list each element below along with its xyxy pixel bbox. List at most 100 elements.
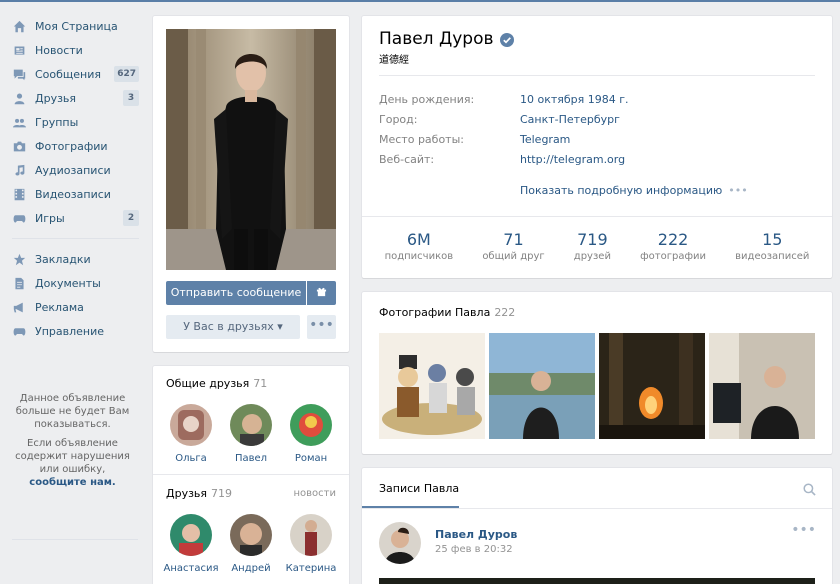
- star-icon: [12, 252, 26, 266]
- counter-common-friends[interactable]: 71 общий друг: [482, 230, 544, 262]
- games-count-badge: 2: [123, 210, 139, 226]
- photo-thumbnail[interactable]: [379, 333, 485, 439]
- friend-name: Андрей: [231, 563, 271, 574]
- counter-friends[interactable]: 719 друзей: [574, 230, 611, 262]
- friend-name: Роман: [294, 453, 328, 464]
- website-link[interactable]: http://telegram.org: [520, 153, 625, 166]
- gamepad-icon: [12, 324, 26, 338]
- profile-name-row: Павел Дуров: [379, 29, 514, 49]
- show-more-info-link[interactable]: Показать подробную информацию •••: [520, 184, 748, 197]
- counter-followers[interactable]: 6M подписчиков: [385, 230, 454, 262]
- report-link[interactable]: сообщите нам.: [29, 477, 115, 488]
- nav-item-groups[interactable]: Группы: [0, 110, 145, 134]
- camera-icon: [12, 139, 26, 153]
- info-row-birthday: День рождения: 10 октября 1984 г.: [379, 93, 629, 106]
- profile-info-card: Павел Дуров 道德經 День рождения: 10 октябр…: [362, 16, 832, 278]
- info-divider: [379, 75, 815, 76]
- friend-item[interactable]: Роман: [281, 404, 341, 464]
- messages-count-badge: 627: [114, 66, 139, 82]
- megaphone-icon: [12, 300, 26, 314]
- nav-item-label: Сообщения: [35, 67, 102, 81]
- nav-item-label: Друзья: [35, 91, 77, 105]
- friends-news-link[interactable]: новости: [294, 488, 337, 499]
- city-link[interactable]: Санкт-Петербург: [520, 113, 620, 126]
- verified-badge-icon: [499, 32, 514, 47]
- nav-item-label: Видеозаписи: [35, 187, 111, 201]
- nav-item-manage[interactable]: Управление: [0, 319, 145, 343]
- friends-icon: [12, 91, 26, 105]
- nav-item-ads[interactable]: Реклама: [0, 295, 145, 319]
- nav-separator: [12, 238, 139, 239]
- profile-photo-card: Отправить сообщение У Вас в друзьях ▾ ••…: [153, 16, 349, 352]
- friend-status-dropdown[interactable]: У Вас в друзьях ▾: [166, 315, 300, 339]
- friend-item[interactable]: Андрей: [221, 514, 281, 574]
- gamepad-icon: [12, 211, 26, 225]
- ad-note-report: Если объявление содержит нарушения или о…: [15, 438, 130, 488]
- post-more-button[interactable]: •••: [791, 522, 816, 538]
- left-nav: Моя Страница Новости Сообщения 627 Друзь…: [0, 14, 145, 343]
- friends-count-badge: 3: [123, 90, 139, 106]
- common-friends-list: Ольга Павел Роман: [161, 404, 347, 464]
- post-author-avatar[interactable]: [379, 522, 421, 564]
- friend-name: Анастасия: [163, 563, 219, 574]
- wall-tab-posts[interactable]: Записи Павла: [379, 482, 459, 495]
- profile-counters: 6M подписчиков 71 общий друг 719 друзей …: [362, 230, 832, 262]
- more-info-dots: •••: [728, 184, 748, 197]
- more-actions-button[interactable]: •••: [307, 315, 336, 339]
- send-message-button[interactable]: Отправить сообщение: [166, 281, 306, 305]
- friend-name: Ольга: [175, 453, 207, 464]
- counters-divider: [362, 216, 832, 217]
- nav-item-video[interactable]: Видеозаписи: [0, 182, 145, 206]
- info-row-city: Город: Санкт-Петербург: [379, 113, 620, 126]
- counter-photos[interactable]: 222 фотографии: [640, 230, 706, 262]
- post-date[interactable]: 25 фев в 20:32: [435, 544, 513, 555]
- search-icon[interactable]: [803, 483, 816, 496]
- work-link[interactable]: Telegram: [520, 133, 570, 146]
- friends-card: Общие друзья 71 Ольга Павел Роман Друзья 7…: [153, 366, 349, 584]
- nav-item-label: Новости: [35, 43, 83, 57]
- post-media[interactable]: [379, 578, 815, 584]
- friends-divider: [153, 474, 349, 475]
- nav-item-documents[interactable]: Документы: [0, 271, 145, 295]
- wall-divider: [362, 508, 832, 509]
- nav-item-audio[interactable]: Аудиозаписи: [0, 158, 145, 182]
- friends-header[interactable]: Друзья 719: [166, 487, 232, 500]
- nav-item-label: Игры: [35, 211, 65, 225]
- nav-item-label: Фотографии: [35, 139, 108, 153]
- nav-item-news[interactable]: Новости: [0, 38, 145, 62]
- post-author-name[interactable]: Павел Дуров: [435, 528, 517, 541]
- friend-avatar: [290, 514, 332, 556]
- gift-button[interactable]: [307, 281, 336, 305]
- birthday-link[interactable]: 10 октября 1984 г.: [520, 93, 629, 106]
- photo-thumbnail[interactable]: [709, 333, 815, 439]
- info-row-website: Веб-сайт: http://telegram.org: [379, 153, 626, 166]
- friends-list: Анастасия Андрей Катерина: [161, 514, 347, 574]
- nav-item-label: Реклама: [35, 300, 84, 314]
- friend-name: Катерина: [285, 563, 337, 574]
- nav-item-friends[interactable]: Друзья 3: [0, 86, 145, 110]
- counter-videos[interactable]: 15 видеозаписей: [735, 230, 809, 262]
- friend-avatar: [170, 514, 212, 556]
- photos-header[interactable]: Фотографии Павла 222: [379, 306, 515, 319]
- nav-item-label: Управление: [35, 324, 105, 338]
- nav-item-messages[interactable]: Сообщения 627: [0, 62, 145, 86]
- nav-item-label: Моя Страница: [35, 19, 118, 33]
- friend-item[interactable]: Ольга: [161, 404, 221, 464]
- photo-thumbnail[interactable]: [489, 333, 595, 439]
- friend-item[interactable]: Павел: [221, 404, 281, 464]
- profile-status: 道德經: [379, 55, 409, 66]
- common-friends-header[interactable]: Общие друзья 71: [166, 377, 267, 390]
- friend-item[interactable]: Анастасия: [161, 514, 221, 574]
- nav-item-label: Закладки: [35, 252, 91, 266]
- messages-icon: [12, 67, 26, 81]
- photo-thumbnail[interactable]: [599, 333, 705, 439]
- friend-avatar: [170, 404, 212, 446]
- nav-item-games[interactable]: Игры 2: [0, 206, 145, 230]
- nav-item-bookmarks[interactable]: Закладки: [0, 247, 145, 271]
- profile-avatar[interactable]: [166, 29, 336, 270]
- friend-item[interactable]: Катерина: [281, 514, 341, 574]
- document-icon: [12, 276, 26, 290]
- nav-item-my-page[interactable]: Моя Страница: [0, 14, 145, 38]
- nav-item-photos[interactable]: Фотографии: [0, 134, 145, 158]
- nav-item-label: Аудиозаписи: [35, 163, 111, 177]
